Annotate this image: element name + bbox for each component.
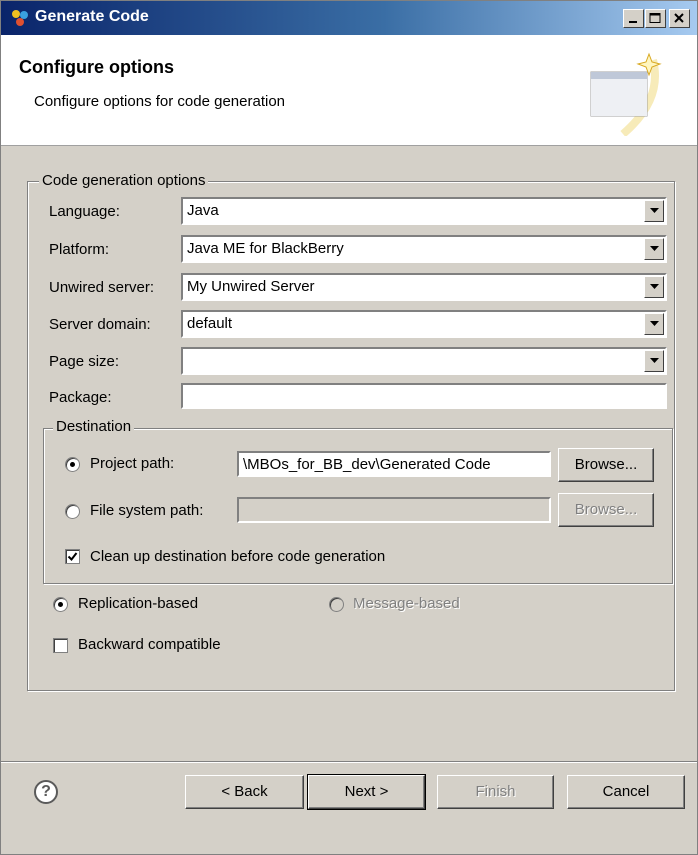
generate-code-app-icon bbox=[12, 10, 28, 26]
chevron-down-icon bbox=[650, 284, 659, 289]
next-button[interactable]: Next > bbox=[307, 774, 426, 810]
platform-dropdown-button[interactable] bbox=[644, 238, 664, 260]
replication-based-label: Replication-based bbox=[78, 595, 199, 612]
backward-compatible-label: Backward compatible bbox=[78, 636, 221, 653]
platform-combo[interactable]: Java ME for BlackBerry bbox=[181, 235, 667, 263]
project-path-label: Project path: bbox=[90, 455, 175, 472]
message-based-label: Message-based bbox=[353, 595, 460, 612]
page-subtitle: Configure options for code generation bbox=[34, 93, 286, 110]
server-domain-dropdown-button[interactable] bbox=[644, 313, 664, 335]
package-field[interactable] bbox=[181, 383, 667, 409]
file-system-path-label: File system path: bbox=[90, 502, 204, 519]
unwired-server-combo[interactable]: My Unwired Server bbox=[181, 273, 667, 301]
generate-code-dialog: Generate Code Configure options Configur… bbox=[0, 0, 698, 855]
page-size-dropdown-button[interactable] bbox=[644, 350, 664, 372]
file-system-path-radio[interactable] bbox=[65, 504, 80, 519]
language-label: Language: bbox=[49, 203, 120, 220]
chevron-down-icon bbox=[650, 321, 659, 326]
project-path-field[interactable]: \MBOs_for_BB_dev\Generated Code bbox=[237, 451, 551, 477]
platform-value: Java ME for BlackBerry bbox=[187, 240, 344, 257]
project-path-browse-button[interactable]: Browse... bbox=[558, 448, 654, 482]
back-button[interactable]: < Back bbox=[185, 775, 304, 809]
cleanup-label: Clean up destination before code generat… bbox=[90, 548, 386, 565]
server-domain-value: default bbox=[187, 315, 233, 332]
page-size-label: Page size: bbox=[49, 353, 120, 370]
project-path-value: \MBOs_for_BB_dev\Generated Code bbox=[243, 456, 491, 473]
unwired-server-label: Unwired server: bbox=[49, 279, 155, 296]
replication-based-radio[interactable] bbox=[53, 597, 68, 612]
page-size-combo[interactable] bbox=[181, 347, 667, 375]
backward-compatible-checkbox[interactable] bbox=[53, 638, 68, 653]
unwired-server-dropdown-button[interactable] bbox=[644, 276, 664, 298]
checkmark-icon bbox=[67, 552, 78, 562]
language-dropdown-button[interactable] bbox=[644, 200, 664, 222]
unwired-server-value: My Unwired Server bbox=[187, 278, 315, 295]
cancel-button[interactable]: Cancel bbox=[567, 775, 685, 809]
maximize-icon bbox=[649, 13, 661, 23]
code-generation-options-legend: Code generation options bbox=[39, 172, 209, 190]
maximize-button[interactable] bbox=[645, 9, 666, 28]
wizard-header: Configure options Configure options for … bbox=[1, 35, 697, 146]
close-icon bbox=[674, 13, 684, 23]
language-value: Java bbox=[187, 202, 219, 219]
minimize-button[interactable] bbox=[623, 9, 644, 28]
project-path-radio[interactable] bbox=[65, 457, 80, 472]
package-label: Package: bbox=[49, 389, 112, 406]
finish-button[interactable]: Finish bbox=[437, 775, 554, 809]
cleanup-checkbox[interactable] bbox=[65, 549, 80, 564]
server-domain-combo[interactable]: default bbox=[181, 310, 667, 338]
footer-divider bbox=[1, 761, 697, 763]
language-combo[interactable]: Java bbox=[181, 197, 667, 225]
minimize-icon bbox=[629, 21, 637, 23]
message-based-radio[interactable] bbox=[329, 597, 344, 612]
destination-legend: Destination bbox=[53, 418, 135, 436]
window-title: Generate Code bbox=[35, 8, 149, 25]
help-icon[interactable]: ? bbox=[34, 780, 58, 804]
wizard-banner-icon bbox=[590, 52, 662, 136]
platform-label: Platform: bbox=[49, 241, 110, 258]
file-system-path-field[interactable] bbox=[237, 497, 551, 523]
file-system-browse-button[interactable]: Browse... bbox=[558, 493, 654, 527]
close-button[interactable] bbox=[669, 9, 690, 28]
chevron-down-icon bbox=[650, 358, 659, 363]
page-title: Configure options bbox=[19, 57, 174, 77]
title-bar[interactable]: Generate Code bbox=[1, 1, 697, 35]
server-domain-label: Server domain: bbox=[49, 316, 151, 333]
chevron-down-icon bbox=[650, 246, 659, 251]
chevron-down-icon bbox=[650, 208, 659, 213]
